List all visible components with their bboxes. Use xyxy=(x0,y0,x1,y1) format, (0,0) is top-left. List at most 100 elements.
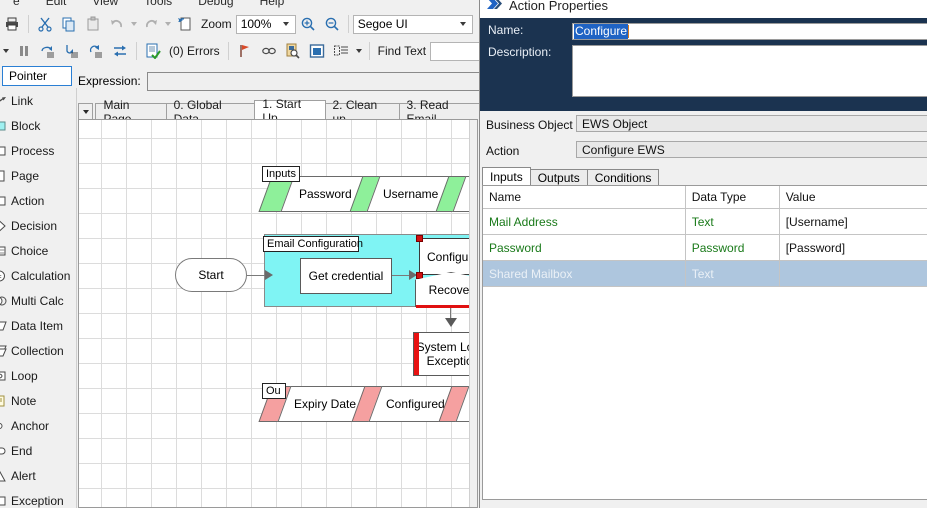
palette-item-label: Action xyxy=(11,193,45,208)
start-node[interactable]: Start xyxy=(175,258,247,292)
tab-start-up[interactable]: 1. Start Up xyxy=(254,97,326,125)
selection-handle-top-left[interactable] xyxy=(416,235,423,242)
palette-item-exception[interactable]: Exception xyxy=(0,488,76,508)
description-label: Description: xyxy=(488,45,552,59)
menu-item-edit[interactable]: Edit xyxy=(33,0,80,8)
menu-item-tools[interactable]: Tools xyxy=(131,0,185,8)
table-row[interactable]: Shared Mailbox Text xyxy=(483,261,927,287)
cell-value[interactable]: [Username] xyxy=(780,209,927,234)
toolbar-secondary: (0) Errors Find Text xyxy=(0,38,486,64)
expression-input[interactable] xyxy=(146,71,486,91)
link-icon[interactable] xyxy=(257,39,281,63)
column-header-data-type[interactable]: Data Type xyxy=(686,186,780,208)
palette-item-data-item[interactable]: Data Item xyxy=(0,313,76,338)
inputs-tag: Inputs xyxy=(262,166,300,182)
copy-icon[interactable] xyxy=(57,12,81,36)
undo-icon[interactable] xyxy=(105,12,129,36)
block-icon xyxy=(0,118,8,134)
errors-count[interactable]: (0) Errors xyxy=(165,44,224,58)
cell-value[interactable]: [Password] xyxy=(780,235,927,260)
palette-item-calculation[interactable]: = Calculation xyxy=(0,263,76,288)
table-row[interactable]: Password Password [Password] xyxy=(483,235,927,261)
inputs-parameter-grid[interactable]: Name Data Type Value Mail Address Text [… xyxy=(482,185,927,500)
recover-node-label: Recover xyxy=(428,282,474,297)
palette-item-action[interactable]: Action xyxy=(0,188,76,213)
tab-read-email[interactable]: 3. Read Email xyxy=(398,98,486,126)
expression-bar: Expression: xyxy=(78,68,486,94)
expression-label: Expression: xyxy=(78,74,141,88)
table-row[interactable]: Mail Address Text [Username] xyxy=(483,209,927,235)
canvas-vertical-scrollbar[interactable] xyxy=(469,120,477,507)
tab-inputs[interactable]: Inputs xyxy=(482,167,531,186)
layout-icon[interactable] xyxy=(329,39,353,63)
cell-value[interactable] xyxy=(780,261,927,286)
column-header-value[interactable]: Value xyxy=(780,186,927,208)
page-tab-strip: Main Page 0. Global Data 1. Start Up 2. … xyxy=(78,97,486,126)
undo-dropdown-icon[interactable] xyxy=(129,12,139,36)
palette-item-anchor[interactable]: Anchor xyxy=(0,413,76,438)
tab-main-page[interactable]: Main Page xyxy=(95,98,167,126)
get-credential-label: Get credential xyxy=(308,269,384,283)
run-dropdown-icon[interactable] xyxy=(0,39,12,63)
step-over-icon[interactable] xyxy=(36,39,60,63)
palette-item-alert[interactable]: Alert xyxy=(0,463,76,488)
paste-icon[interactable] xyxy=(81,12,105,36)
process-diagram-canvas[interactable]: Password Username ErrorMes Inputs Email … xyxy=(78,119,478,508)
text-caret xyxy=(628,25,630,38)
redo-dropdown-icon[interactable] xyxy=(163,12,173,36)
cut-icon[interactable] xyxy=(33,12,57,36)
font-family-value: Segoe UI xyxy=(357,17,408,31)
palette-item-link[interactable]: Link xyxy=(0,88,76,113)
column-header-name[interactable]: Name xyxy=(483,186,686,208)
menu-item-view[interactable]: View xyxy=(79,0,131,8)
pointer-tool-button[interactable]: Pointer xyxy=(2,66,72,86)
palette-item-label: Multi Calc xyxy=(11,293,64,308)
reset-icon[interactable] xyxy=(108,39,132,63)
pause-icon[interactable] xyxy=(12,39,36,63)
tab-outputs[interactable]: Outputs xyxy=(529,169,588,186)
palette-item-end[interactable]: End xyxy=(0,438,76,463)
font-family-combo[interactable]: Segoe UI xyxy=(352,14,473,34)
step-into-icon[interactable] xyxy=(60,39,84,63)
flag-icon[interactable] xyxy=(233,39,257,63)
palette-item-process[interactable]: Process xyxy=(0,138,76,163)
zoom-combo[interactable]: 100% xyxy=(235,14,296,34)
palette-item-block[interactable]: Block xyxy=(0,113,76,138)
refresh-icon[interactable] xyxy=(173,12,197,36)
name-input[interactable]: Configure xyxy=(572,23,927,40)
palette-item-choice[interactable]: Choice xyxy=(0,238,76,263)
palette-item-multi-calc[interactable]: Multi Calc xyxy=(0,288,76,313)
tab-scroll-dropdown[interactable] xyxy=(78,103,94,120)
zoom-in-icon[interactable] xyxy=(296,12,320,36)
redo-icon[interactable] xyxy=(139,12,163,36)
palette-item-loop[interactable]: Loop xyxy=(0,363,76,388)
data-item-icon xyxy=(0,318,8,334)
get-credential-node[interactable]: Get credential xyxy=(300,258,392,294)
tab-global-data[interactable]: 0. Global Data xyxy=(165,98,256,126)
tab-conditions[interactable]: Conditions xyxy=(586,169,660,186)
palette-item-page[interactable]: Page xyxy=(0,163,76,188)
layout-dropdown-icon[interactable] xyxy=(353,39,365,63)
zoom-out-icon[interactable] xyxy=(320,12,344,36)
menu-item-file[interactable]: e xyxy=(0,0,33,8)
find-text-input[interactable] xyxy=(430,41,486,61)
palette-item-decision[interactable]: Decision xyxy=(0,213,76,238)
validate-icon[interactable] xyxy=(141,39,165,63)
window-icon[interactable] xyxy=(305,39,329,63)
pointer-label: Pointer xyxy=(9,69,48,83)
palette-item-label: Calculation xyxy=(11,268,71,283)
exception-icon xyxy=(0,493,8,508)
selection-handle-bottom-left[interactable] xyxy=(416,272,423,279)
business-object-value[interactable]: EWS Object xyxy=(576,115,927,132)
search-page-icon[interactable] xyxy=(281,39,305,63)
print-icon[interactable] xyxy=(0,12,24,36)
action-value[interactable]: Configure EWS xyxy=(576,141,927,158)
palette-item-collection[interactable]: Collection xyxy=(0,338,76,363)
zoom-label: Zoom xyxy=(201,17,232,31)
menu-item-help[interactable]: Help xyxy=(247,0,298,8)
step-out-icon[interactable] xyxy=(84,39,108,63)
tab-clean-up[interactable]: 2. Clean up xyxy=(324,98,400,126)
description-input[interactable] xyxy=(572,45,927,97)
palette-item-note[interactable]: Note xyxy=(0,388,76,413)
menu-item-debug[interactable]: Debug xyxy=(185,0,246,8)
